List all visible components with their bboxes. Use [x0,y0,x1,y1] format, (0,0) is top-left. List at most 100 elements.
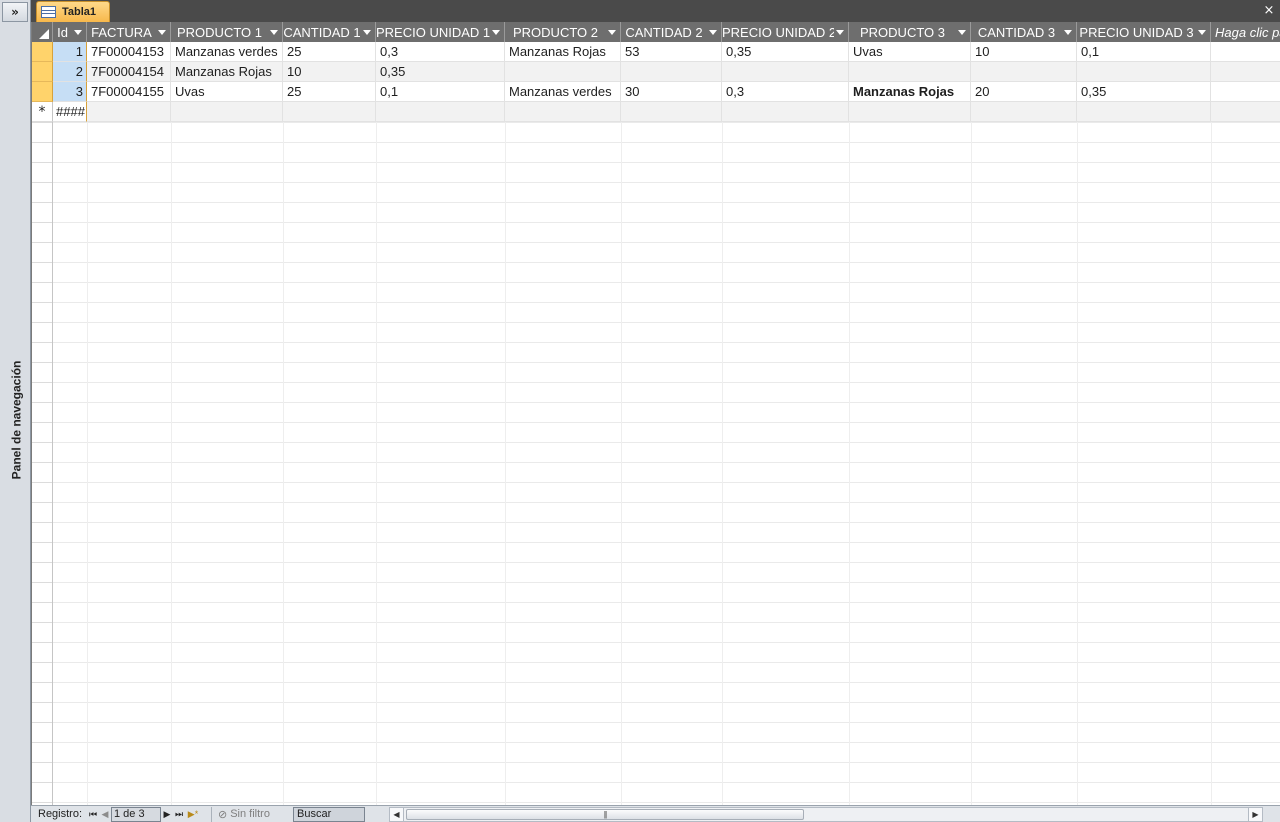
table-cell[interactable]: 25 [283,42,376,62]
scrollbar-thumb[interactable]: ||| [406,808,804,820]
column-header[interactable]: PRECIO UNIDAD 2 [722,22,849,42]
new-record-button[interactable]: ▶* [185,807,201,821]
table-cell[interactable]: 30 [621,82,722,102]
table-cell[interactable]: 10 [283,62,376,82]
table-cell[interactable] [283,102,376,122]
table-cell[interactable] [505,102,621,122]
table-row[interactable]: 1 7F00004153 Manzanas verdes 25 0,3 Manzanas … [32,42,1280,62]
dropdown-arrow-icon[interactable] [834,25,846,39]
dropdown-arrow-icon[interactable] [1062,25,1074,39]
table-cell[interactable]: 7F00004154 [87,62,171,82]
table-cell[interactable] [87,102,171,122]
table-cell[interactable] [1077,62,1211,82]
dropdown-arrow-icon[interactable] [72,25,84,39]
column-header-label: PRECIO UNIDAD 3 [1079,24,1194,40]
column-header[interactable]: PRECIO UNIDAD 1 [376,22,505,42]
table-cell[interactable]: 20 [971,82,1077,102]
table-cell[interactable]: 0,35 [722,42,849,62]
dropdown-arrow-icon[interactable] [707,25,719,39]
filter-toggle[interactable]: ⊘ Sin filtro [211,806,291,822]
table-cell[interactable] [1211,82,1280,102]
row-selector[interactable] [32,42,53,62]
select-all-button[interactable] [32,22,53,42]
table-cell[interactable]: 25 [283,82,376,102]
table-cell[interactable]: 10 [971,42,1077,62]
dropdown-arrow-icon[interactable] [156,25,168,39]
table-cell[interactable]: 53 [621,42,722,62]
table-cell[interactable]: 1 [53,42,87,62]
table-cell[interactable] [1211,42,1280,62]
row-selector[interactable] [32,82,53,102]
scroll-right-arrow-icon[interactable]: ▶ [1248,807,1262,821]
table-cell[interactable]: Uvas [849,42,971,62]
table-cell[interactable]: Manzanas verdes [505,82,621,102]
table-cell[interactable] [1077,102,1211,122]
column-header[interactable]: FACTURA [87,22,171,42]
table-cell[interactable]: 3 [53,82,87,102]
first-record-button[interactable]: ⏮ [87,807,99,821]
table-cell[interactable] [971,62,1077,82]
table-cell[interactable]: #### [53,102,87,122]
table-cell[interactable]: 0,3 [376,42,505,62]
last-record-button[interactable]: ⏭ [173,807,185,821]
table-cell[interactable]: Manzanas Rojas [171,62,283,82]
table-cell[interactable] [1211,102,1280,122]
table-cell[interactable]: 7F00004155 [87,82,171,102]
current-record-input[interactable]: 1 de 3 [111,806,161,822]
column-header[interactable]: PRECIO UNIDAD 3 [1077,22,1211,42]
document-tab-tabla1[interactable]: Tabla1 [36,1,110,22]
table-cell[interactable]: 2 [53,62,87,82]
table-cell[interactable] [376,102,505,122]
new-record-row[interactable]: * #### [32,102,1280,122]
previous-record-button[interactable]: ◀ [99,807,111,821]
table-row[interactable]: 3 7F00004155 Uvas 25 0,1 Manzanas verdes 30 0,3… [32,82,1280,102]
table-cell[interactable] [505,62,621,82]
column-header[interactable]: PRODUCTO 2 [505,22,621,42]
dropdown-arrow-icon[interactable] [490,25,502,39]
table-cell[interactable] [1211,62,1280,82]
search-input[interactable]: Buscar [293,806,365,822]
column-header[interactable]: PRODUCTO 3 [849,22,971,42]
dropdown-arrow-icon[interactable] [1196,25,1208,39]
scroll-left-arrow-icon[interactable]: ◀ [390,807,404,821]
column-header[interactable]: Id [53,22,87,42]
navigation-pane[interactable]: » Panel de navegación [0,0,31,822]
table-cell[interactable] [171,102,283,122]
nav-pane-expand-button[interactable]: » [2,2,28,22]
table-cell[interactable] [849,62,971,82]
table-cell[interactable]: 0,35 [376,62,505,82]
table-cell[interactable]: 0,1 [1077,42,1211,62]
table-cell[interactable]: 7F00004153 [87,42,171,62]
dropdown-arrow-icon[interactable] [361,25,373,39]
dropdown-arrow-icon[interactable] [956,25,968,39]
table-cell[interactable] [971,102,1077,122]
record-label: Registro: [38,808,83,820]
table-row[interactable]: 2 7F00004154 Manzanas Rojas 10 0,35 [32,62,1280,82]
horizontal-scrollbar[interactable]: ◀ ||| ▶ [389,806,1263,822]
row-selector[interactable] [32,62,53,82]
table-cell[interactable] [722,62,849,82]
table-cell[interactable] [722,102,849,122]
table-cell[interactable]: Manzanas Rojas [505,42,621,62]
datasheet-grid[interactable]: Id FACTURA PRODUCTO 1 CANTIDAD 1 PRECIO UNID… [31,22,1280,805]
dropdown-arrow-icon[interactable] [268,25,280,39]
column-header[interactable]: CANTIDAD 2 [621,22,722,42]
close-document-button[interactable]: × [1262,2,1276,18]
table-cell[interactable] [621,102,722,122]
table-cell[interactable]: 0,1 [376,82,505,102]
new-record-marker[interactable]: * [32,102,53,122]
table-cell[interactable] [621,62,722,82]
column-header[interactable]: CANTIDAD 1 [283,22,376,42]
table-cell[interactable]: Manzanas Rojas [849,82,971,102]
column-header[interactable]: CANTIDAD 3 [971,22,1077,42]
dropdown-arrow-icon[interactable] [606,25,618,39]
table-cell[interactable]: 0,35 [1077,82,1211,102]
nav-pane-label-area[interactable]: Panel de navegación [4,250,28,590]
next-record-button[interactable]: ▶ [161,807,173,821]
column-header[interactable]: Haga clic para agregar [1211,22,1280,42]
column-header[interactable]: PRODUCTO 1 [171,22,283,42]
table-cell[interactable] [849,102,971,122]
table-cell[interactable]: Manzanas verdes [171,42,283,62]
table-cell[interactable]: 0,3 [722,82,849,102]
table-cell[interactable]: Uvas [171,82,283,102]
